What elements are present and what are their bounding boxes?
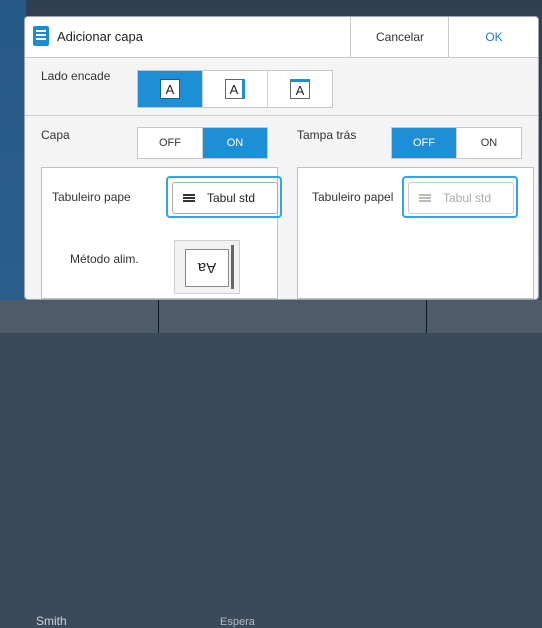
front-tray-label: Tabuleiro pape [52,190,131,204]
background-sidebar [0,0,26,333]
binding-left-option[interactable]: A [138,71,203,107]
background-status-bar: Smith Espera [0,300,542,628]
add-cover-dialog: Adicionar capa Cancelar OK Lado encade A… [24,16,539,300]
binding-left-icon: A [160,79,180,99]
dialog-header: Adicionar capa Cancelar OK [25,17,538,58]
feed-edge-icon [231,245,234,289]
front-cover-label: Capa [41,128,70,142]
front-tray-value: Tabul std [207,191,256,205]
callout-line-right [426,297,427,333]
binding-right-option[interactable]: A [203,71,268,107]
front-cover-panel: Tabuleiro pape Tabul std Método alim. Aa [41,167,282,299]
binding-top-icon: A [290,79,310,99]
back-tray-button: Tabul std [408,182,514,214]
back-cover-panel: Tabuleiro papel Tabul std [297,167,534,299]
document-icon [33,26,49,46]
section-divider [25,115,538,116]
binding-side-selector: A A A [137,70,333,108]
front-cover-off-button[interactable]: OFF [138,128,203,158]
cancel-button[interactable]: Cancelar [350,17,449,57]
binding-side-label: Lado encade [41,69,111,83]
tray-list-icon [419,194,431,196]
feed-method-label: Método alim. [70,252,139,266]
callout-line-left [158,297,159,333]
feed-paper-icon: Aa [185,249,229,287]
front-tray-button[interactable]: Tabul std [172,182,278,214]
back-tray-label: Tabuleiro papel [312,190,394,204]
feed-method-button[interactable]: Aa [174,240,240,294]
background-status-text: Espera [220,616,255,628]
back-cover-toggle: OFF ON [391,127,522,159]
back-cover-on-button[interactable]: ON [457,128,521,158]
front-cover-on-button[interactable]: ON [203,128,267,158]
binding-right-icon: A [225,79,245,99]
binding-top-option[interactable]: A [268,71,332,107]
tray-list-icon [183,194,195,196]
background-user-name: Smith [36,614,67,628]
back-cover-label: Tampa trás [297,128,357,142]
back-cover-off-button[interactable]: OFF [392,128,457,158]
ok-button[interactable]: OK [448,17,538,57]
back-tray-value: Tabul std [443,191,492,205]
front-cover-toggle: OFF ON [137,127,268,159]
dialog-title: Adicionar capa [57,29,143,44]
